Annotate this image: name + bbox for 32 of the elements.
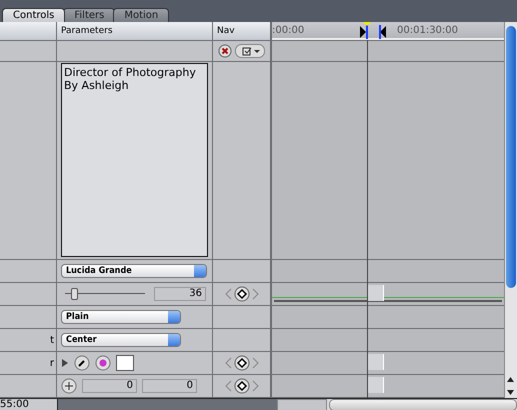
keyframe-block — [367, 285, 384, 301]
tab[interactable]: Controls — [2, 8, 66, 22]
parameter-label: t — [50, 334, 54, 346]
horizontal-scrollbar[interactable] — [277, 399, 517, 410]
eyedropper-icon[interactable] — [74, 355, 90, 371]
color-wheel-icon[interactable] — [95, 355, 111, 371]
vertical-scrollbar[interactable] — [504, 22, 517, 398]
tab[interactable]: Motion — [113, 8, 170, 22]
parameter-label: r — [50, 358, 54, 368]
popup-menu[interactable]: Center — [61, 333, 181, 347]
color-swatch[interactable] — [116, 355, 134, 371]
timeline-ruler: :00:00 00:01:30:00 — [272, 22, 504, 40]
checkbox-menu-icon[interactable] — [235, 44, 265, 58]
text-area[interactable]: Director of Photography By Ashleigh — [61, 63, 208, 257]
keyframe-nav-icon[interactable] — [224, 355, 258, 371]
disclosure-triangle-icon[interactable] — [61, 358, 69, 368]
add-point-icon[interactable] — [61, 378, 77, 394]
keyframe-block — [367, 377, 384, 393]
reset-icon[interactable] — [218, 44, 232, 58]
column-header: Parameters — [61, 26, 113, 36]
keyframe-nav-icon[interactable] — [224, 286, 258, 302]
keyframe-block — [367, 354, 384, 370]
timecode: 55:00 — [0, 399, 58, 410]
y-field[interactable]: 0 — [142, 379, 197, 393]
x-field[interactable]: 0 — [82, 379, 137, 393]
tab[interactable]: Filters — [63, 8, 116, 22]
keyframe-nav-icon[interactable] — [224, 378, 258, 394]
in-out-marker-icon — [360, 25, 386, 39]
column-header: Nav — [217, 26, 235, 36]
size-field[interactable]: 36 — [154, 287, 206, 301]
popup-menu[interactable]: Lucida Grande — [61, 264, 207, 278]
popup-menu[interactable]: Plain — [61, 310, 181, 324]
